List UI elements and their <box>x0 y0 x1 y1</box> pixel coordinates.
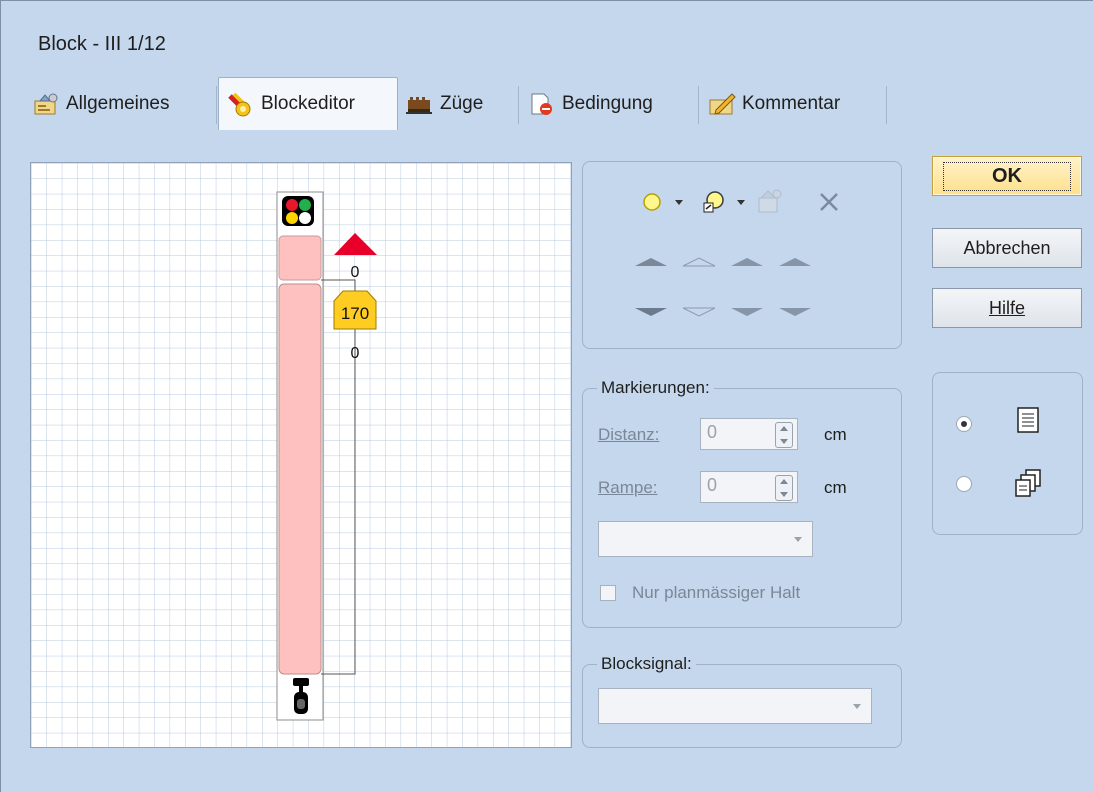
window-title: Block - III 1/12 <box>38 33 166 55</box>
list-view-icon <box>1017 407 1039 433</box>
tab-label: Züge <box>440 93 484 114</box>
block-signal-select[interactable] <box>598 688 872 724</box>
cancel-button[interactable]: Abbrechen <box>932 228 1082 268</box>
block-editor-canvas[interactable]: 0 170 0 <box>30 162 572 748</box>
distance-unit: cm <box>824 425 847 444</box>
tab-bedingung[interactable]: Bedingung <box>528 80 653 128</box>
tab-separator <box>518 86 519 124</box>
block-signal-title: Blocksignal: <box>597 654 696 674</box>
block-segment-main[interactable] <box>278 283 322 675</box>
move-up-filled-icon[interactable] <box>779 258 811 266</box>
tab-blockeditor[interactable]: Blockeditor <box>218 77 398 130</box>
move-down-filled-icon[interactable] <box>779 308 811 316</box>
spin-arrows-icon[interactable] <box>775 422 793 448</box>
dropdown-icon[interactable] <box>737 200 745 205</box>
ramp-input[interactable]: 0 <box>700 471 798 503</box>
tab-zuege[interactable]: Züge <box>406 80 483 128</box>
ok-button[interactable]: OK <box>932 156 1082 196</box>
distance-input[interactable]: 0 <box>700 418 798 450</box>
chevron-down-icon <box>853 704 861 709</box>
train-icon <box>406 92 434 116</box>
spin-arrows-icon[interactable] <box>775 475 793 501</box>
tab-kommentar[interactable]: Kommentar <box>708 80 840 128</box>
markings-title: Markierungen: <box>597 378 714 398</box>
chevron-down-icon <box>794 537 802 542</box>
ok-button-label: OK <box>943 161 1071 191</box>
window-left-edge <box>0 0 1 792</box>
block-editor-icon <box>227 92 255 117</box>
tab-separator <box>886 86 887 124</box>
distance-bottom-label: 0 <box>351 345 360 362</box>
condition-icon <box>528 92 556 116</box>
add-contact-icon[interactable] <box>643 193 661 211</box>
distance-label: Distanz: <box>598 425 660 444</box>
toolbar-group <box>582 161 902 349</box>
only-scheduled-stop-checkbox[interactable] <box>600 585 616 601</box>
tab-label: Bedingung <box>562 93 653 114</box>
move-up-filled-icon[interactable] <box>731 258 763 266</box>
move-down-filled-icon[interactable] <box>731 308 763 316</box>
block-segment-upper[interactable] <box>278 235 322 281</box>
ramp-unit: cm <box>824 478 847 497</box>
properties-icon[interactable] <box>758 189 782 213</box>
dropdown-icon[interactable] <box>675 200 683 205</box>
delete-icon[interactable] <box>820 193 838 211</box>
help-button[interactable]: Hilfe <box>932 288 1082 328</box>
ramp-value: 0 <box>707 475 718 495</box>
signal-icon[interactable] <box>282 196 314 226</box>
tab-label: Allgemeines <box>66 93 170 114</box>
tab-label: Blockeditor <box>261 93 355 114</box>
markings-type-select[interactable] <box>598 521 813 557</box>
speed-limit-sign[interactable]: 170 <box>333 290 377 330</box>
comment-icon <box>708 92 736 116</box>
distance-top-label: 0 <box>351 264 360 281</box>
add-function-icon[interactable] <box>703 191 724 213</box>
cancel-button-label: Abbrechen <box>963 237 1051 258</box>
distance-value: 0 <box>707 422 718 442</box>
tab-separator <box>216 86 217 124</box>
move-down-filled-icon[interactable] <box>635 308 667 316</box>
settings-card-icon <box>32 92 60 116</box>
tab-allgemeines[interactable]: Allgemeines <box>32 80 170 128</box>
help-button-label: Hilfe <box>988 297 1025 318</box>
move-up-outline-icon[interactable] <box>682 257 716 267</box>
speed-limit-value: 170 <box>341 304 369 323</box>
tab-label: Kommentar <box>742 93 841 114</box>
move-down-outline-icon[interactable] <box>682 307 716 317</box>
view-mode-list-radio[interactable] <box>956 416 972 432</box>
buffer-stop-icon[interactable] <box>293 678 309 714</box>
view-mode-group <box>932 372 1083 535</box>
move-up-filled-icon[interactable] <box>635 258 667 266</box>
view-mode-multi-radio[interactable] <box>956 476 972 492</box>
multi-window-icon <box>1015 469 1041 497</box>
tab-separator <box>698 86 699 124</box>
window-top-edge <box>0 0 1093 1</box>
ramp-label: Rampe: <box>598 478 658 497</box>
only-scheduled-stop-label: Nur planmässiger Halt <box>632 583 801 602</box>
editor-grid: 0 170 0 <box>31 163 571 747</box>
